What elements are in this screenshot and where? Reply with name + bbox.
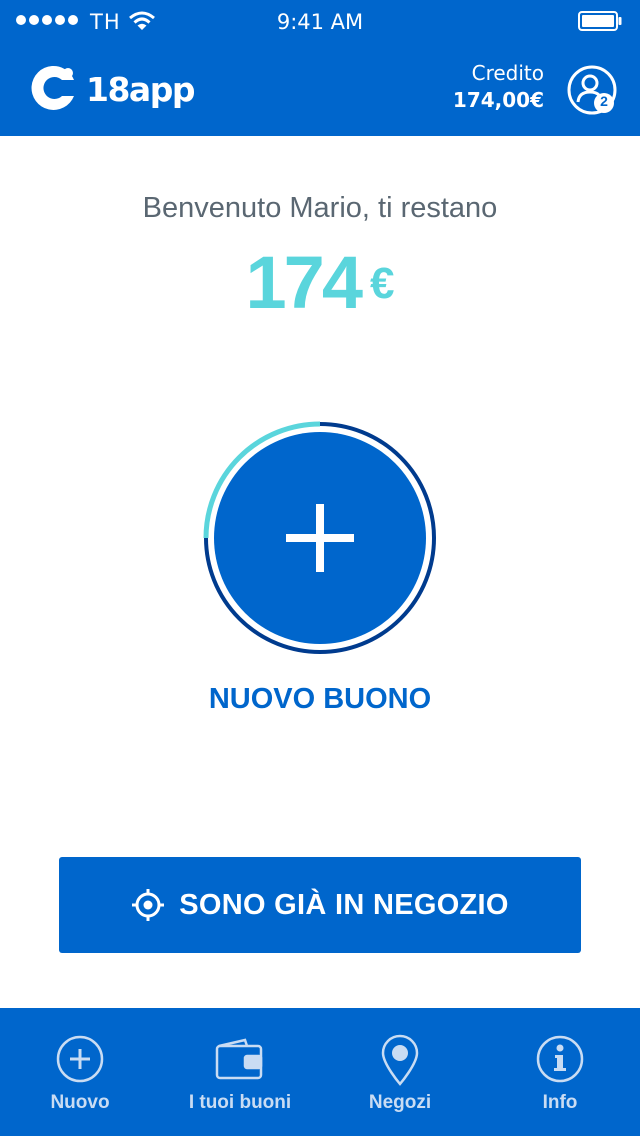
map-pin-icon: [381, 1034, 419, 1086]
in-store-label: SONO GIÀ IN NEGOZIO: [179, 888, 509, 921]
wallet-icon: [215, 1038, 263, 1080]
credit-summary: Credito 174,00€: [453, 60, 544, 114]
credit-label: Credito: [471, 61, 544, 85]
credit-value: 174,00€: [452, 88, 544, 112]
tab-info[interactable]: Info: [480, 1008, 640, 1136]
balance-amount: 174: [245, 241, 363, 324]
location-target-icon: [132, 889, 165, 921]
battery-icon: [578, 11, 622, 31]
remaining-balance: 174 €: [0, 240, 640, 325]
tab-i-tuoi-buoni[interactable]: I tuoi buoni: [160, 1008, 320, 1136]
app-logo-icon: [31, 65, 74, 110]
info-circle-icon: [536, 1035, 584, 1083]
tab-negozi[interactable]: Negozi: [320, 1008, 480, 1136]
tab-nuovo[interactable]: Nuovo: [0, 1008, 160, 1136]
top-header: TH 9:41 AM 18app Credito 174,00€ 2: [0, 0, 640, 136]
app-brand-name: 18app: [86, 70, 195, 109]
new-voucher-label: NUOVO BUONO: [208, 683, 432, 715]
balance-currency: €: [369, 259, 395, 308]
in-store-button[interactable]: SONO GIÀ IN NEGOZIO: [59, 857, 581, 953]
new-voucher-button[interactable]: [200, 418, 440, 658]
welcome-message: Benvenuto Mario, ti restano: [142, 192, 498, 224]
app-screen: TH 9:41 AM 18app Credito 174,00€ 2 Benve…: [0, 0, 640, 1136]
tab-label: Info: [542, 1092, 578, 1113]
tab-label: I tuoi buoni: [188, 1092, 292, 1113]
profile-badge: 2: [600, 93, 608, 109]
status-bar: TH 9:41 AM: [0, 0, 640, 40]
tab-label: Negozi: [368, 1092, 432, 1113]
plus-circle-icon: [56, 1035, 104, 1083]
bottom-tab-bar: Nuovo I tuoi buoni Negozi Info: [0, 1008, 640, 1136]
status-time: 9:41 AM: [276, 10, 364, 34]
profile-button[interactable]: 2: [566, 64, 618, 116]
credit-ring: [203, 421, 436, 654]
tab-label: Nuovo: [50, 1092, 110, 1113]
